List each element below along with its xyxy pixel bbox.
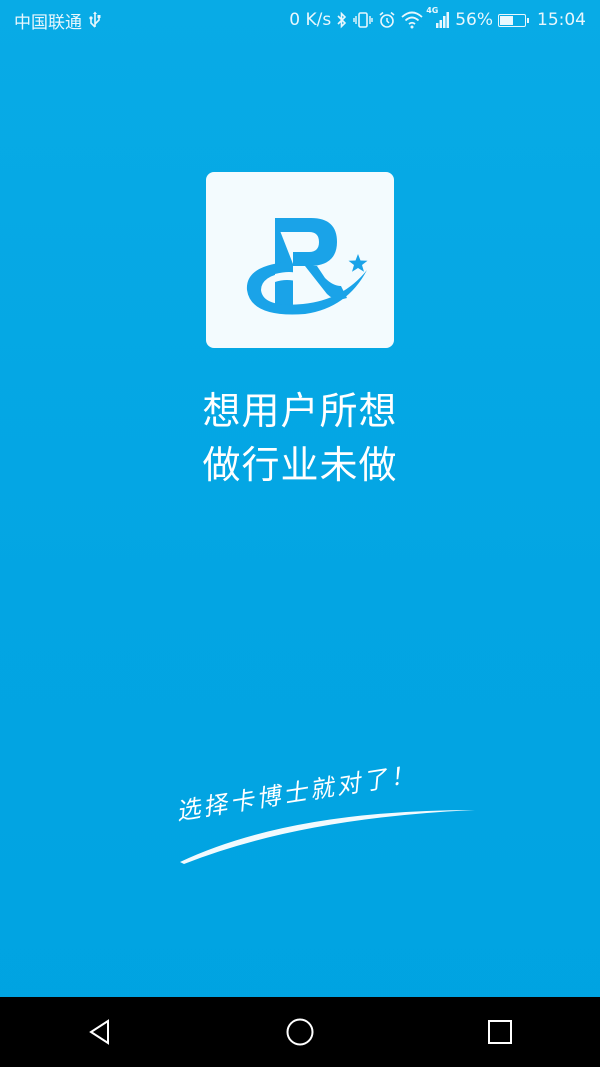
carrier-name: 中国联通 [14, 12, 82, 33]
clock-time: 15:04 [537, 10, 586, 30]
recents-square-icon [488, 1020, 512, 1044]
back-button[interactable] [70, 1002, 130, 1062]
app-logo-card [206, 172, 394, 348]
home-circle-icon [286, 1018, 314, 1046]
status-bar: 中国联通 0 K/s 4G 56% 15:04 [0, 0, 600, 40]
tagline: 选择卡博士就对了！ [170, 760, 490, 870]
network-type-label: 4G [426, 6, 439, 15]
splash-screen: 中国联通 0 K/s 4G 56% 15:04 想用户所想 做行业未做 选择卡博… [0, 0, 600, 1067]
slogan: 想用户所想 做行业未做 [0, 384, 600, 492]
usb-icon [88, 10, 102, 30]
battery-icon [498, 10, 529, 30]
vibrate-icon [353, 10, 373, 30]
brand-r-logo-icon [246, 218, 368, 315]
battery-level-fill [500, 15, 513, 25]
bluetooth-icon [336, 10, 348, 30]
battery-percent: 56% [455, 10, 493, 30]
battery-outline [498, 13, 529, 27]
navigation-bar [0, 997, 600, 1067]
back-triangle-icon [89, 1019, 109, 1045]
wifi-icon [401, 10, 423, 30]
status-right: 0 K/s 4G 56% 15:04 [289, 6, 586, 30]
status-left: 中国联通 [14, 8, 102, 33]
net-speed: 0 K/s [289, 10, 332, 30]
slogan-line-1: 想用户所想 [202, 389, 398, 433]
recents-button[interactable] [470, 1002, 530, 1062]
signal-icon: 4G [426, 6, 450, 30]
slogan-line-2: 做行业未做 [202, 443, 398, 487]
home-button[interactable] [270, 1002, 330, 1062]
alarm-icon [378, 10, 396, 30]
